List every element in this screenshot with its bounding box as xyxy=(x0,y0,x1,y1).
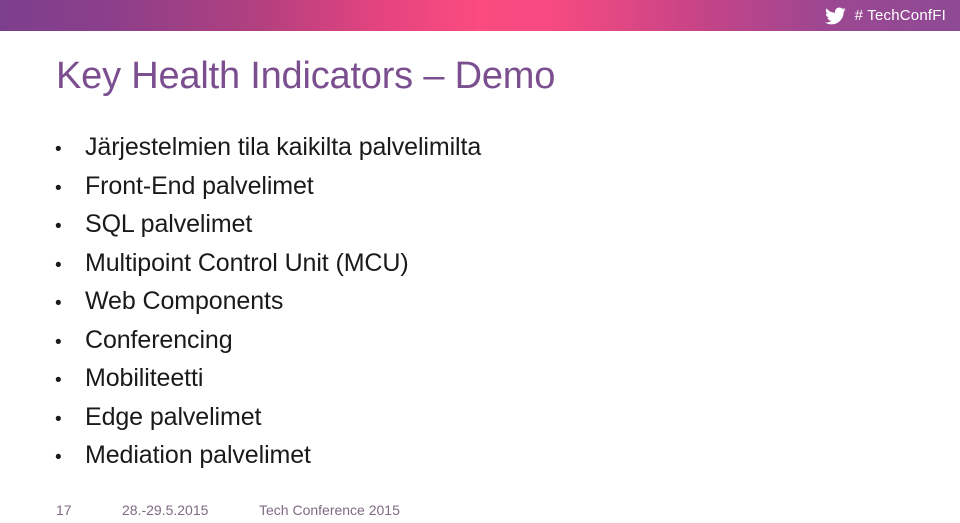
slide-footer: 17 28.-29.5.2015 Tech Conference 2015 xyxy=(0,499,960,521)
bullet-point-icon: • xyxy=(55,177,62,199)
list-item: • Multipoint Control Unit (MCU) xyxy=(50,244,910,283)
list-item-label: Mediation palvelimet xyxy=(85,441,311,469)
bullet-point-icon: • xyxy=(55,408,62,430)
list-item-label: Järjestelmien tila kaikilta palvelimilta xyxy=(85,133,482,161)
list-item-label: Multipoint Control Unit (MCU) xyxy=(85,248,409,277)
slide-title: Key Health Indicators – Demo xyxy=(56,55,556,97)
top-gradient-banner: # TechConfFI xyxy=(0,0,960,31)
bullet-point-icon: • xyxy=(55,447,62,468)
conference-hashtag-brand: # TechConfFI xyxy=(824,0,946,31)
list-item: • Web Components xyxy=(50,282,910,321)
list-item: • Järjestelmien tila kaikilta palvelimil… xyxy=(50,128,910,167)
list-item-label: Mobiliteetti xyxy=(85,364,204,392)
bullet-point-icon: • xyxy=(55,331,62,353)
list-item-label: Web Components xyxy=(85,287,284,315)
list-item-label: Edge palvelimet xyxy=(85,402,262,431)
bullet-point-icon: • xyxy=(55,370,62,391)
list-item: • SQL palvelimet xyxy=(50,205,910,244)
list-item: • Front-End palvelimet xyxy=(50,167,910,206)
bullet-list: • Järjestelmien tila kaikilta palvelimil… xyxy=(50,128,910,475)
hashtag-label: # TechConfFI xyxy=(854,7,946,24)
list-item: • Edge palvelimet xyxy=(50,398,910,437)
list-item: • Mobiliteetti xyxy=(50,359,910,398)
event-name: Tech Conference 2015 xyxy=(259,502,400,518)
list-item-label: Front-End palvelimet xyxy=(85,171,314,200)
list-item: • Mediation palvelimet xyxy=(50,436,910,475)
bullet-point-icon: • xyxy=(55,216,62,237)
twitter-bird-icon xyxy=(824,6,846,25)
bullet-point-icon: • xyxy=(55,254,62,276)
list-item-label: SQL palvelimet xyxy=(85,210,253,238)
list-item: • Conferencing xyxy=(50,321,910,360)
slide-number: 17 xyxy=(56,502,72,518)
list-item-label: Conferencing xyxy=(85,325,233,354)
event-dates: 28.-29.5.2015 xyxy=(122,502,209,518)
presentation-slide: # TechConfFI Key Health Indicators – Dem… xyxy=(0,0,960,523)
bullet-point-icon: • xyxy=(55,293,62,314)
bullet-point-icon: • xyxy=(55,139,62,160)
